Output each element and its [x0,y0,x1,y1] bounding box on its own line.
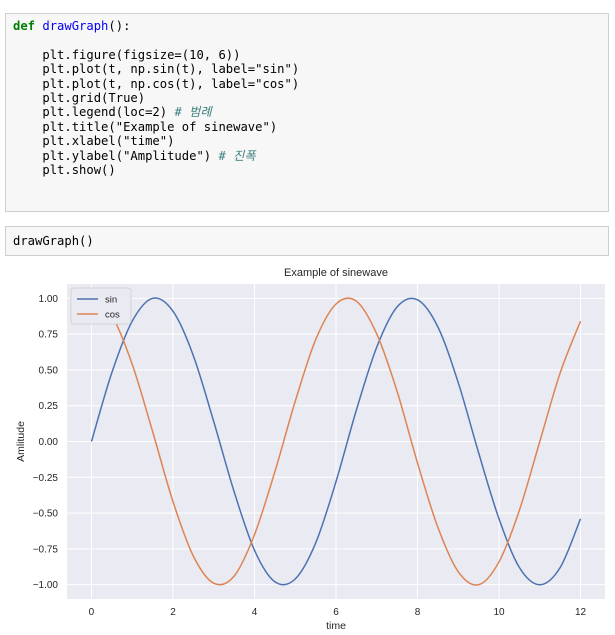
y-tick-label: 1.00 [39,294,59,305]
code-line-xlabel: plt.xlabel("time") [42,134,175,149]
run-cell-code[interactable]: drawGraph() [6,227,608,255]
x-axis-label: time [326,620,346,632]
code-line-figure: plt.figure(figsize=(10, 6)) [42,47,241,62]
code-line-title: plt.title("Example of sinewave") [42,119,278,134]
code-cell[interactable]: def drawGraph(): plt.figure(figsize=(10,… [5,13,609,212]
code-line-grid: plt.grid(True) [42,91,146,106]
code-line-ylabel: plt.ylabel("Amplitude") [42,148,219,163]
x-tick-label: 12 [575,607,587,618]
x-tick-label: 2 [170,607,176,618]
x-tick-label: 8 [415,607,421,618]
y-tick-label: 0.75 [39,330,59,341]
x-tick-label: 0 [89,607,95,618]
y-tick-label: −0.25 [33,473,59,484]
run-cell[interactable]: drawGraph() [5,226,609,256]
legend-label-cos: cos [105,310,120,321]
legend-frame [70,287,132,325]
y-tick-label: −1.00 [33,580,59,591]
def-tail: (): [108,19,131,33]
function-name: drawGraph [42,19,109,33]
y-tick-label: 0.00 [39,437,59,448]
code-line-plot-cos: plt.plot(t, np.cos(t), label="cos") [42,76,300,91]
def-keyword: def [13,19,36,33]
output-chart: 0 2 4 6 8 10 12 −1.00 −0.75 −0.50 −0.25 0.00 0.25 0.5… [15,267,605,632]
x-tick-label: 4 [252,607,258,618]
legend: sin cos [70,287,132,325]
code-line-show: plt.show() [42,163,116,178]
y-tick-label: −0.50 [33,509,59,520]
y-tick-label: 0.25 [39,401,59,412]
y-tick-label: −0.75 [33,544,59,555]
x-tick-label: 10 [493,607,505,618]
code-editor[interactable]: def drawGraph(): plt.figure(figsize=(10,… [6,14,608,182]
chart-title: Example of sinewave [284,267,388,279]
y-axis-label: Amlitude [15,421,27,462]
x-tick-label: 6 [333,607,339,618]
y-tick-label: 0.50 [39,365,59,376]
code-comment-legend: # 범례 [174,105,212,120]
code-comment-ylabel: # 진폭 [218,148,256,163]
legend-label-sin: sin [105,295,117,306]
code-line-plot-sin: plt.plot(t, np.sin(t), label="sin") [42,62,300,77]
code-line-legend: plt.legend(loc=2) [42,105,175,120]
